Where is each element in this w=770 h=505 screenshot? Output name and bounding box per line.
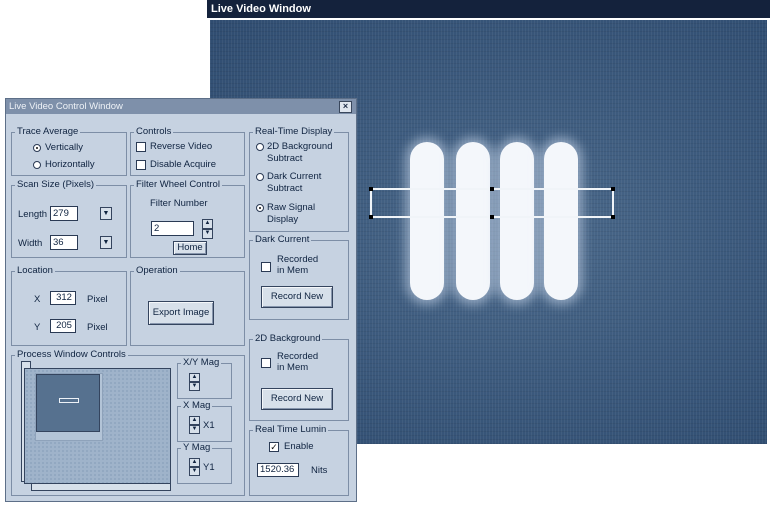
disable-acquire-checkbox[interactable] xyxy=(136,160,146,170)
x-mag-title: X Mag xyxy=(181,400,213,411)
xy-mag-up-icon[interactable]: ▲ xyxy=(189,373,200,382)
dark-current-record-new-button[interactable]: Record New xyxy=(261,286,333,308)
realtime-lumin-group: Real Time Lumin ✓ Enable 1520.36 Nits xyxy=(249,424,349,496)
filter-number-label: Filter Number xyxy=(150,198,208,209)
location-group: Location X 312 Pixel Y 205 Pixel xyxy=(11,265,127,346)
xy-mag-group: X/Y Mag ▲ ▼ xyxy=(177,357,232,399)
roi-handle-tl[interactable] xyxy=(369,187,373,191)
x-unit-label: Pixel xyxy=(87,294,108,305)
width-dropdown-icon[interactable]: ▼ xyxy=(100,236,112,249)
process-window-canvas[interactable] xyxy=(24,368,171,484)
location-title: Location xyxy=(15,265,55,276)
live-video-control-window: Live Video Control Window × Trace Averag… xyxy=(5,98,357,502)
y-unit-label: Pixel xyxy=(87,322,108,333)
radio-dark-current-subtract-label: Dark Current Subtract xyxy=(267,171,322,194)
y-label: Y xyxy=(34,322,41,333)
lumin-enable-checkbox[interactable]: ✓ xyxy=(269,442,279,452)
width-label: Width xyxy=(18,238,43,249)
2d-background-record-new-button[interactable]: Record New xyxy=(261,388,333,410)
dark-current-recorded-label: Recorded in Mem xyxy=(277,254,319,276)
filter-spin-down-icon[interactable]: ▼ xyxy=(202,229,213,239)
lumin-enable-label: Enable xyxy=(284,441,314,452)
x-mag-group: X Mag ▲ ▼ X1 xyxy=(177,400,232,442)
disable-acquire-label: Disable Acquire xyxy=(150,159,217,170)
y-mag-value: Y1 xyxy=(203,462,215,473)
controls-group: Controls Reverse Video Disable Acquire xyxy=(130,126,245,176)
dark-current-title: Dark Current xyxy=(253,234,312,245)
scan-size-group: Scan Size (Pixels) Length 279 ▼ Width 36… xyxy=(11,179,127,258)
x-mag-up-icon[interactable]: ▲ xyxy=(189,416,200,425)
control-window-title-text: Live Video Control Window xyxy=(9,101,123,112)
width-input[interactable]: 36 xyxy=(50,235,78,250)
bright-bar-4 xyxy=(544,142,578,300)
roi-handle-tm[interactable] xyxy=(490,187,494,191)
trace-average-title: Trace Average xyxy=(15,126,81,137)
length-dropdown-icon[interactable]: ▼ xyxy=(100,207,112,220)
dark-current-recorded-checkbox[interactable] xyxy=(261,262,271,272)
roi-handle-tr[interactable] xyxy=(611,187,615,191)
operation-title: Operation xyxy=(134,265,180,276)
radio-dark-current-subtract[interactable] xyxy=(256,173,264,181)
process-roi-marker xyxy=(59,398,79,403)
filter-wheel-title: Filter Wheel Control xyxy=(134,179,222,190)
roi-handle-br[interactable] xyxy=(611,215,615,219)
radio-horizontally[interactable] xyxy=(33,161,41,169)
process-window-title: Process Window Controls xyxy=(15,349,128,360)
location-y-input[interactable]: 205 xyxy=(50,319,76,333)
2d-background-recorded-label: Recorded in Mem xyxy=(277,351,319,373)
radio-vertically-label: Vertically xyxy=(45,142,84,153)
realtime-display-title: Real-Time Display xyxy=(253,126,335,137)
2d-background-group: 2D Background Recorded in Mem Record New xyxy=(249,333,349,421)
bright-bar-3 xyxy=(500,142,534,300)
xy-mag-title: X/Y Mag xyxy=(181,357,222,368)
radio-horizontally-label: Horizontally xyxy=(45,159,95,170)
realtime-lumin-title: Real Time Lumin xyxy=(253,424,329,435)
close-icon[interactable]: × xyxy=(339,101,352,113)
x-mag-down-icon[interactable]: ▼ xyxy=(189,425,200,434)
control-window-title: Live Video Control Window × xyxy=(6,99,356,114)
reverse-video-checkbox[interactable] xyxy=(136,142,146,152)
y-mag-up-icon[interactable]: ▲ xyxy=(189,458,200,467)
length-label: Length xyxy=(18,209,48,220)
controls-title: Controls xyxy=(134,126,174,137)
y-mag-group: Y Mag ▲ ▼ Y1 xyxy=(177,442,232,484)
scan-region-box[interactable] xyxy=(369,187,615,219)
radio-vertically[interactable] xyxy=(33,144,41,152)
home-button[interactable]: Home xyxy=(173,241,207,255)
location-x-input[interactable]: 312 xyxy=(50,291,76,305)
y-mag-title: Y Mag xyxy=(181,442,213,453)
roi-handle-bl[interactable] xyxy=(369,215,373,219)
x-label: X xyxy=(34,294,41,305)
2d-background-recorded-checkbox[interactable] xyxy=(261,358,271,368)
roi-handle-bm[interactable] xyxy=(490,215,494,219)
filter-number-input[interactable]: 2 xyxy=(151,221,194,236)
dark-current-group: Dark Current Recorded in Mem Record New xyxy=(249,234,349,320)
radio-raw-signal-display-label: Raw Signal Display xyxy=(267,202,316,225)
bright-bar-2 xyxy=(456,142,490,300)
y-mag-down-icon[interactable]: ▼ xyxy=(189,467,200,476)
xy-mag-down-icon[interactable]: ▼ xyxy=(189,382,200,391)
filter-spin-up-icon[interactable]: ▲ xyxy=(202,219,213,229)
reverse-video-label: Reverse Video xyxy=(150,141,213,152)
bright-bar-1 xyxy=(410,142,444,300)
radio-raw-signal-display[interactable] xyxy=(256,204,264,212)
video-window-title: Live Video Window xyxy=(207,0,770,18)
scan-size-title: Scan Size (Pixels) xyxy=(15,179,97,190)
lumin-value-field: 1520.36 xyxy=(257,463,299,477)
radio-2d-background-subtract[interactable] xyxy=(256,143,264,151)
x-mag-value: X1 xyxy=(203,420,215,431)
export-image-button[interactable]: Export Image xyxy=(148,301,214,325)
process-viewport[interactable] xyxy=(36,374,100,432)
radio-2d-background-subtract-label: 2D Background Subtract xyxy=(267,141,333,164)
trace-average-group: Trace Average Vertically Horizontally xyxy=(11,126,127,176)
lumin-unit-label: Nits xyxy=(311,465,328,476)
realtime-display-group: Real-Time Display 2D Background Subtract… xyxy=(249,126,349,232)
2d-background-title: 2D Background xyxy=(253,333,323,344)
filter-wheel-group: Filter Wheel Control Filter Number 2 ▲ ▼… xyxy=(130,179,245,258)
operation-group: Operation Export Image xyxy=(130,265,245,346)
length-input[interactable]: 279 xyxy=(50,206,78,221)
